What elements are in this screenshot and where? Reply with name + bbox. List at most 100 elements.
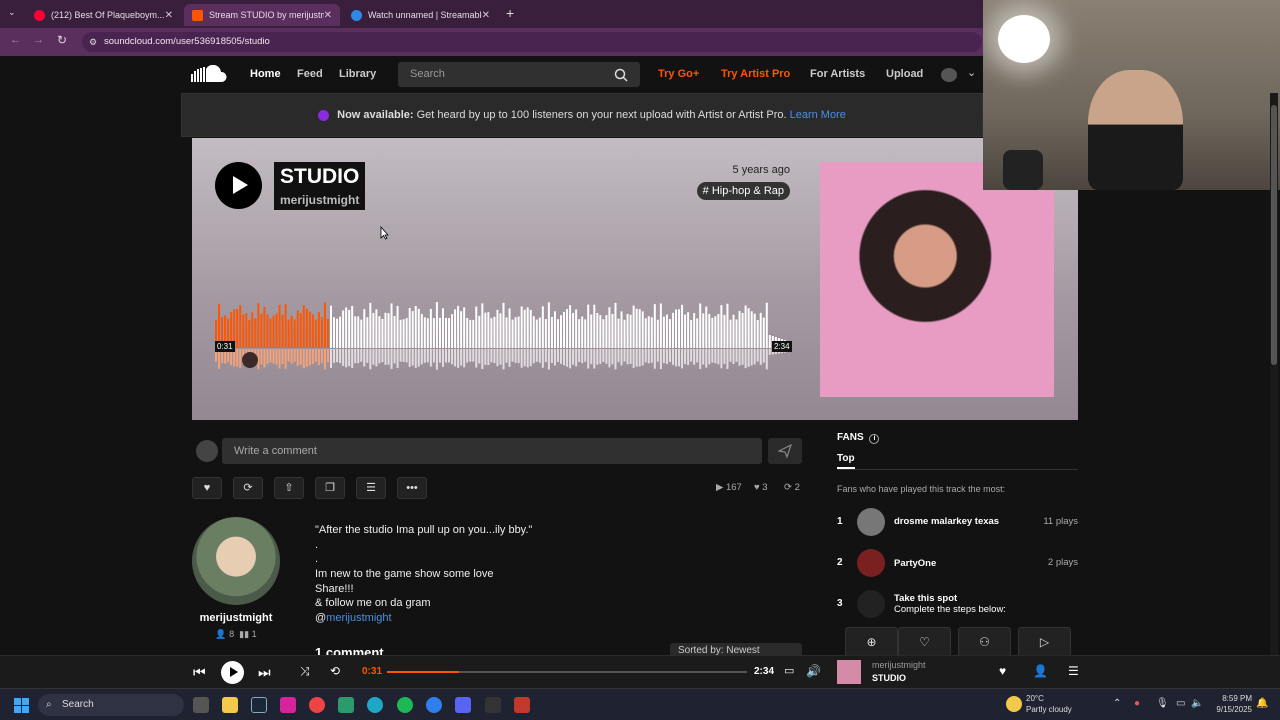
- copy-link-button[interactable]: ❐: [315, 477, 345, 499]
- listen-step-button[interactable]: ⊕: [845, 627, 898, 657]
- uploader-name[interactable]: merijustmight: [192, 612, 280, 624]
- file-explorer-icon[interactable]: [222, 697, 238, 713]
- clock[interactable]: 8:59 PM 9/15/2025: [1206, 693, 1252, 715]
- scrollbar[interactable]: [1270, 93, 1278, 655]
- microphone-icon[interactable]: 🎙: [1156, 698, 1169, 709]
- track-artwork[interactable]: [820, 162, 1054, 397]
- chevron-down-icon[interactable]: ⌄: [967, 66, 976, 79]
- fan-avatar[interactable]: [857, 508, 885, 536]
- share-button[interactable]: ⇧: [274, 477, 304, 499]
- tab-list-chevron-icon[interactable]: ⌄: [8, 7, 16, 18]
- try-go-plus-link[interactable]: Try Go+: [658, 68, 699, 80]
- site-info-icon[interactable]: ⚙: [89, 32, 97, 52]
- search-input[interactable]: Search: [398, 62, 640, 87]
- nav-feed[interactable]: Feed: [297, 68, 323, 80]
- waveform-bar: [599, 315, 602, 348]
- upload-link[interactable]: Upload: [886, 68, 923, 80]
- nav-home[interactable]: Home: [250, 68, 281, 80]
- track-artist-link[interactable]: merijustmight: [274, 190, 366, 210]
- waveform-bar: [538, 317, 541, 348]
- new-tab-icon[interactable]: +: [506, 5, 514, 21]
- user-avatar[interactable]: [941, 68, 957, 82]
- info-icon[interactable]: i: [869, 434, 880, 444]
- edge-icon[interactable]: [367, 697, 383, 713]
- nav-library[interactable]: Library: [339, 68, 376, 80]
- mention-link[interactable]: merijustmight: [326, 612, 391, 624]
- comment-input[interactable]: Write a comment: [222, 438, 762, 464]
- queue-icon[interactable]: ☰: [1068, 664, 1079, 678]
- like-button[interactable]: ♥: [192, 477, 222, 499]
- more-button[interactable]: •••: [397, 477, 427, 499]
- volume-icon[interactable]: 🔊: [806, 664, 821, 678]
- fan-name[interactable]: PartyOne: [894, 558, 936, 569]
- app-icon[interactable]: [426, 697, 442, 713]
- tab-top[interactable]: Top: [837, 453, 855, 469]
- soundcloud-logo-icon[interactable]: [191, 65, 229, 83]
- play-button[interactable]: [215, 162, 262, 209]
- chrome-icon[interactable]: [309, 697, 325, 713]
- close-icon[interactable]: ✕: [482, 10, 490, 21]
- reload-icon[interactable]: ↻: [57, 33, 67, 47]
- obs-icon[interactable]: [485, 697, 501, 713]
- task-view-icon[interactable]: [193, 697, 209, 713]
- waveform-comment-avatar[interactable]: [242, 352, 258, 368]
- waveform-bar: [333, 317, 336, 348]
- learn-more-link[interactable]: Learn More: [790, 109, 846, 121]
- player-thumbnail[interactable]: [837, 660, 861, 684]
- shuffle-icon[interactable]: ⤨: [300, 664, 310, 679]
- network-icon[interactable]: ▭: [1176, 698, 1185, 709]
- voicemeeter-icon[interactable]: [514, 697, 530, 713]
- next-icon[interactable]: ⏭: [258, 664, 271, 681]
- weather-icon[interactable]: [1006, 696, 1022, 712]
- waveform[interactable]: [215, 298, 790, 378]
- discord-icon[interactable]: [455, 697, 471, 713]
- fans-subtitle: Fans who have played this track the most…: [837, 484, 1006, 494]
- waveform-bar: [708, 313, 711, 348]
- play-step-button[interactable]: ▷: [1018, 627, 1071, 657]
- taskbar-search[interactable]: ⌕ Search: [38, 694, 184, 716]
- repeat-icon[interactable]: ⟲: [330, 664, 340, 678]
- followers-count[interactable]: 8: [229, 629, 234, 639]
- notification-icon[interactable]: 🔔: [1256, 698, 1268, 709]
- uploader-avatar[interactable]: [192, 517, 280, 605]
- for-artists-link[interactable]: For Artists: [810, 68, 865, 80]
- cast-icon[interactable]: ▭: [784, 664, 794, 677]
- add-to-next-up-button[interactable]: ☰: [356, 477, 386, 499]
- windows-start-icon[interactable]: [14, 698, 29, 713]
- search-icon[interactable]: [614, 68, 628, 82]
- like-icon[interactable]: ♥: [999, 664, 1006, 678]
- fan-name[interactable]: drosme malarkey texas: [894, 516, 999, 527]
- forward-icon[interactable]: →: [33, 34, 44, 46]
- spotify-icon[interactable]: [397, 697, 413, 713]
- tracks-count[interactable]: 1: [252, 629, 257, 639]
- address-bar[interactable]: ⚙ soundcloud.com/user536918505/studio: [82, 32, 982, 52]
- tab-streamable[interactable]: Watch unnamed | Streamable ✕: [343, 4, 498, 26]
- follow-step-button[interactable]: ⚇: [958, 627, 1011, 657]
- close-icon[interactable]: ✕: [165, 10, 173, 21]
- follow-icon[interactable]: 👤: [1033, 664, 1048, 678]
- player-play-button[interactable]: [221, 661, 244, 684]
- close-icon[interactable]: ✕: [324, 10, 332, 21]
- tray-chevron-icon[interactable]: ⌃: [1113, 698, 1121, 709]
- player-artist[interactable]: merijustmight: [872, 660, 926, 670]
- scrollbar-thumb[interactable]: [1271, 105, 1277, 365]
- weather-widget[interactable]: 20°C Partly cloudy: [1026, 693, 1072, 715]
- repost-button[interactable]: ⟳: [233, 477, 263, 499]
- send-comment-button[interactable]: [768, 438, 802, 464]
- previous-icon[interactable]: ⏮: [193, 664, 206, 681]
- volume-icon[interactable]: 🔈: [1191, 698, 1203, 709]
- try-artist-pro-link[interactable]: Try Artist Pro: [721, 68, 790, 80]
- back-icon[interactable]: ←: [10, 34, 21, 46]
- like-step-button[interactable]: ♡: [898, 627, 951, 657]
- steam-icon[interactable]: [251, 697, 267, 713]
- player-title[interactable]: STUDIO: [872, 673, 906, 683]
- fan-avatar[interactable]: [857, 549, 885, 577]
- tray-app-icon[interactable]: ●: [1134, 698, 1140, 709]
- divider: [837, 469, 1078, 470]
- tab-youtube[interactable]: (212) Best Of Plaqueboym... ✕: [26, 4, 181, 26]
- genre-tag[interactable]: # Hip-hop & Rap: [696, 182, 790, 200]
- tab-soundcloud[interactable]: Stream STUDIO by merijustmig... ✕: [184, 4, 340, 26]
- app-icon[interactable]: [338, 697, 354, 713]
- player-progress-bar[interactable]: [387, 671, 747, 673]
- instagram-icon[interactable]: [280, 697, 296, 713]
